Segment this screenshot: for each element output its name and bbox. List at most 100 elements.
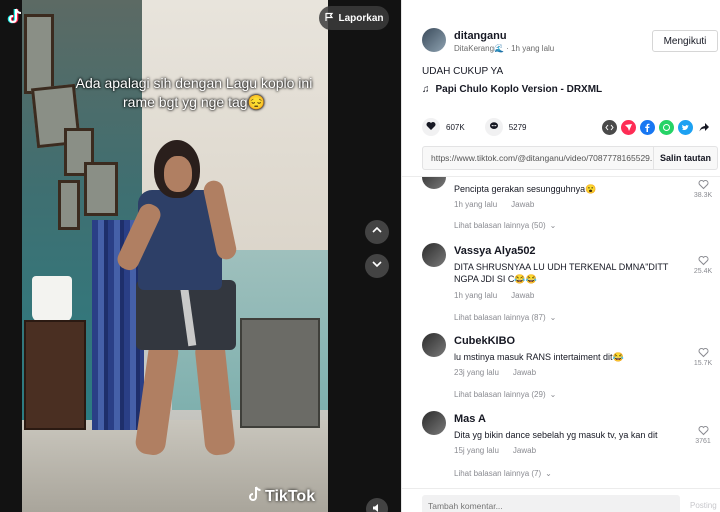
commenter-avatar[interactable]	[422, 333, 446, 357]
commenter-avatar[interactable]	[422, 177, 446, 189]
wall-picture	[58, 180, 80, 230]
video-link-box: https://www.tiktok.com/@ditanganu/video/…	[422, 146, 718, 170]
chevron-up-icon	[371, 223, 383, 241]
video-caption: Ada apalagi sih dengan Lagu koplo ini ra…	[75, 75, 313, 110]
heart-outline-icon	[698, 426, 709, 438]
chevron-down-icon: ⌄	[549, 390, 557, 399]
facebook-icon[interactable]	[640, 120, 655, 135]
tiktok-logo-icon[interactable]	[4, 6, 26, 28]
tiktok-watermark: TikTok	[248, 486, 315, 507]
music-title: Papi Chulo Koplo Version - DRXML	[435, 84, 603, 95]
author-username[interactable]: ditanganu	[454, 30, 507, 42]
comment-meta: 1h yang lalu Jawab	[454, 291, 534, 300]
comments-list[interactable]: Pencipta gerakan sesungguhnya😮 1h yang l…	[402, 176, 720, 488]
author-subline: DitaKerang🌊 · 1h yang lalu	[454, 44, 554, 53]
comment-text: DITA SHRUSNYAA LU UDH TERKENAL DMNA"DITT…	[454, 262, 669, 284]
view-more-replies[interactable]: Lihat balasan lainnya (29) ⌄	[454, 390, 556, 399]
dancer-leg	[134, 338, 180, 457]
view-more-replies[interactable]: Lihat balasan lainnya (87) ⌄	[454, 313, 556, 322]
like-button[interactable]	[422, 118, 440, 136]
video-panel[interactable]: Ada apalagi sih dengan Lagu koplo ini ra…	[0, 0, 401, 512]
comment-like-button[interactable]: 25.4K	[692, 255, 714, 275]
commenter-name[interactable]: CubekKIBO	[454, 335, 515, 347]
comment-item: Pencipta gerakan sesungguhnya😮 1h yang l…	[402, 177, 720, 231]
reply-button[interactable]: Jawab	[511, 291, 534, 300]
whatsapp-icon[interactable]	[659, 120, 674, 135]
video-player[interactable]: Ada apalagi sih dengan Lagu koplo ini ra…	[22, 0, 328, 512]
dancer-leg	[194, 338, 236, 457]
view-more-replies-label: Lihat balasan lainnya (50)	[454, 221, 546, 230]
copy-link-button[interactable]: Salin tautan	[653, 147, 717, 169]
commenter-name[interactable]: Mas A	[454, 413, 486, 425]
view-more-replies[interactable]: Lihat balasan lainnya (7) ⌄	[454, 469, 552, 478]
heart-outline-icon	[698, 256, 709, 268]
wall-picture	[84, 162, 118, 216]
tiktok-video-page: Ada apalagi sih dengan Lagu koplo ini ra…	[0, 0, 720, 512]
chevron-down-icon: ⌄	[549, 221, 557, 230]
reply-button[interactable]: Jawab	[513, 368, 536, 377]
heart-icon	[426, 121, 436, 133]
embed-icon[interactable]	[602, 120, 617, 135]
commenter-avatar[interactable]	[422, 243, 446, 267]
cabinet	[24, 320, 86, 430]
commenter-avatar[interactable]	[422, 411, 446, 435]
previous-video-button[interactable]	[365, 220, 389, 244]
dancer-face	[164, 156, 192, 192]
music-link[interactable]: ♫ Papi Chulo Koplo Version - DRXML	[422, 84, 602, 95]
comment-text: Dita yg bikin dance sebelah yg masuk tv,…	[454, 430, 658, 440]
comment-item: CubekKIBO lu mstinya masuk RANS intertai…	[402, 333, 720, 403]
comment-like-count: 15.7K	[693, 360, 713, 367]
author-avatar[interactable]	[422, 28, 446, 52]
comment-input[interactable]	[422, 495, 680, 512]
report-button[interactable]: Laporkan	[319, 6, 389, 30]
flag-icon	[324, 12, 334, 25]
comment-like-count: 25.4K	[693, 268, 713, 275]
twitter-icon[interactable]	[678, 120, 693, 135]
reply-button[interactable]: Jawab	[511, 200, 534, 209]
share-arrow-icon[interactable]	[697, 120, 712, 135]
view-more-replies-label: Lihat balasan lainnya (7)	[454, 469, 542, 478]
heart-outline-icon	[698, 180, 709, 192]
comment-like-count: 38.3K	[693, 192, 713, 199]
like-count: 607K	[446, 122, 465, 132]
comment-button[interactable]	[484, 118, 503, 136]
heart-outline-icon	[698, 348, 709, 360]
bucket	[32, 276, 72, 322]
tiktok-note-icon	[248, 486, 262, 507]
comment-meta: 1h yang lalu Jawab	[454, 200, 534, 209]
chevron-down-icon: ⌄	[545, 469, 552, 478]
reply-button[interactable]: Jawab	[513, 446, 536, 455]
post-comment-button[interactable]: Posting	[690, 501, 717, 510]
author-display-name: DitaKerang🌊	[454, 44, 504, 53]
comment-time: 23j yang lalu	[454, 368, 499, 377]
commenter-name[interactable]: Vassya Alya502	[454, 245, 536, 257]
chevron-down-icon	[371, 257, 383, 275]
chevron-down-icon: ⌄	[549, 313, 557, 322]
send-to-friends-icon[interactable]	[621, 120, 636, 135]
comment-meta: 23j yang lalu Jawab	[454, 368, 536, 377]
wall-picture	[24, 14, 54, 94]
view-more-replies-label: Lihat balasan lainnya (87)	[454, 313, 546, 322]
music-note-icon: ♫	[422, 84, 430, 95]
stats-row: 607K 5279	[422, 118, 526, 136]
comment-item: Vassya Alya502 DITA SHRUSNYAA LU UDH TER…	[402, 243, 720, 323]
post-time: 1h yang lalu	[511, 44, 555, 53]
volume-button[interactable]	[366, 498, 388, 512]
next-video-button[interactable]	[365, 254, 389, 278]
comment-item: Mas A Dita yg bikin dance sebelah yg mas…	[402, 411, 720, 481]
video-link-url[interactable]: https://www.tiktok.com/@ditanganu/video/…	[423, 153, 653, 163]
comment-count: 5279	[508, 122, 527, 132]
following-button[interactable]: Mengikuti	[652, 30, 718, 52]
comment-like-count: 3761	[695, 438, 711, 445]
comment-like-button[interactable]: 3761	[692, 425, 714, 445]
comment-like-button[interactable]: 15.7K	[692, 347, 714, 367]
info-panel: ditanganu DitaKerang🌊 · 1h yang lalu Men…	[401, 0, 720, 512]
comment-icon	[489, 121, 499, 133]
comment-time: 1h yang lalu	[454, 200, 498, 209]
view-more-replies-label: Lihat balasan lainnya (29)	[454, 390, 546, 399]
comment-like-button[interactable]: 38.3K	[692, 179, 714, 199]
view-more-replies[interactable]: Lihat balasan lainnya (50) ⌄	[454, 221, 556, 230]
share-row	[602, 120, 712, 135]
watermark-label: TikTok	[265, 487, 316, 505]
post-description: UDAH CUKUP YA	[422, 66, 504, 77]
